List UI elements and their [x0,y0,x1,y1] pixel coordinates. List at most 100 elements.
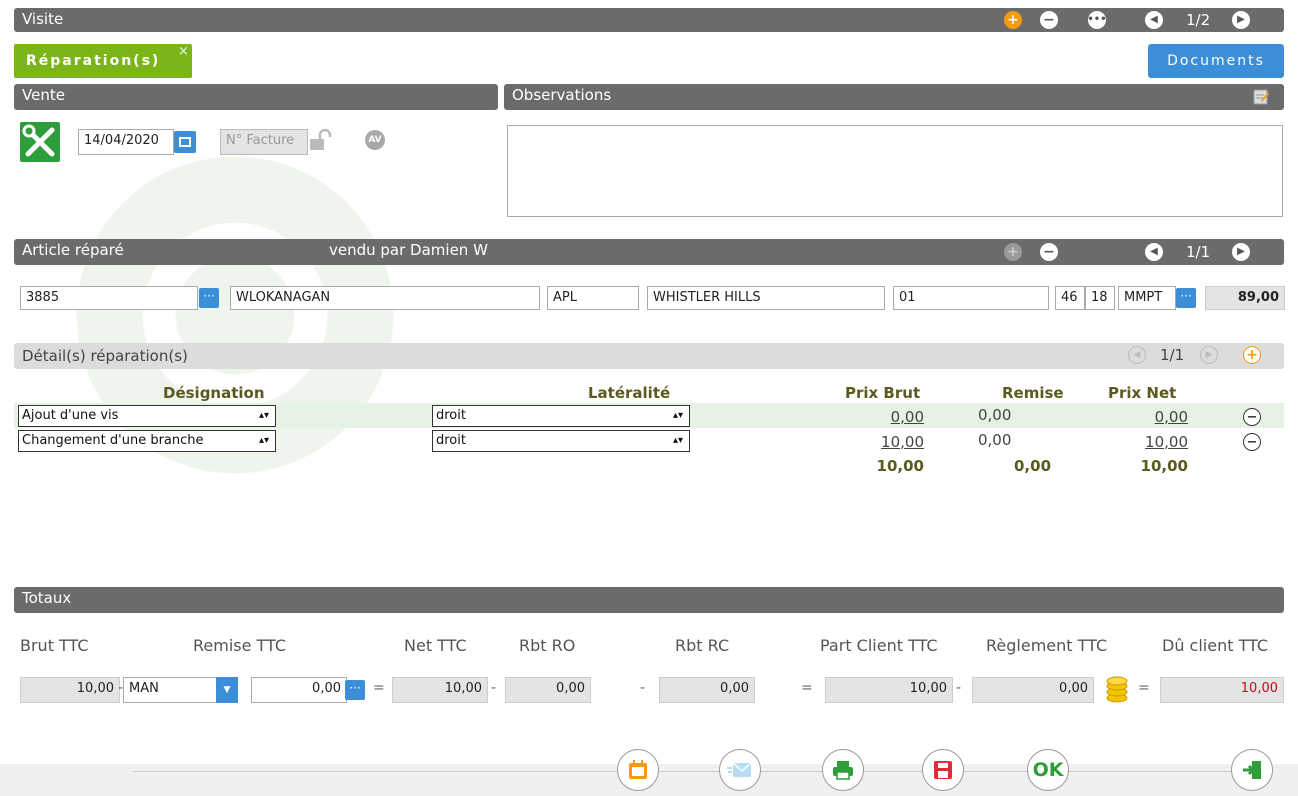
row1-designation: Ajout d'une vis [22,408,119,423]
coins-icon[interactable] [1099,676,1129,704]
calendar-footer-icon [629,760,647,779]
prev-article-icon[interactable]: ◀ [1145,243,1163,261]
remise-mode-select[interactable]: MAN [123,677,217,703]
tab-reparations[interactable]: Réparation(s) [14,44,192,78]
row2-designation: Changement d'une branche [22,433,204,448]
article-type-input[interactable]: MMPT [1118,286,1176,310]
article-ref: APL [553,290,577,305]
row1-remove-icon[interactable]: − [1243,408,1261,426]
article-model: WHISTLER HILLS [653,290,761,305]
article-size2: 18 [1091,290,1108,305]
article-code: 3885 [26,290,60,305]
exit-door-icon [1243,761,1261,779]
print-button[interactable] [822,749,864,791]
save-button[interactable] [922,749,964,791]
article-code-lookup-button[interactable]: ··· [199,288,219,308]
remise-lookup-button[interactable]: ··· [345,680,365,700]
details-header: Détail(s) réparation(s) [14,343,1284,369]
totaux-header: Totaux [14,587,1284,613]
send-email-button[interactable] [719,749,761,791]
calendar-icon[interactable] [174,131,196,153]
row2-designation-select[interactable]: Changement d'une branche ▴▾ [18,430,276,452]
op-minus-4: - [956,680,962,696]
article-code-input[interactable]: 3885 [20,286,198,310]
row2-prix-brut[interactable]: 10,00 [860,433,924,451]
edit-note-icon[interactable] [1252,88,1270,106]
du-client-field: 10,00 [1160,677,1284,703]
article-ref-input[interactable]: APL [547,286,639,310]
article-brand-input[interactable]: WLOKANAGAN [230,286,540,310]
date-input[interactable]: 14/04/2020 [78,129,174,155]
totaux-title: Totaux [22,589,72,607]
row1-lateralite: droit [436,408,466,423]
details-pager: 1/1 [1160,346,1185,364]
article-size1: 46 [1061,290,1078,305]
documents-button[interactable]: Documents [1148,44,1284,78]
printer-icon [833,761,853,780]
prev-detail-icon[interactable]: ◀ [1128,346,1146,364]
vente-title: Vente [22,86,65,104]
row1-prix-brut[interactable]: 0,00 [860,408,924,426]
remove-visit-icon[interactable]: − [1040,11,1058,29]
observations-header: Observations [504,84,1284,110]
app-root: Visite + − ••• ◀ 1/2 ▶ Réparation(s) × D… [0,0,1298,796]
next-visit-icon[interactable]: ▶ [1232,11,1250,29]
invoice-number-field: N° Facture [220,129,308,155]
prev-visit-icon[interactable]: ◀ [1145,11,1163,29]
du-client-value: 10,00 [1240,681,1278,696]
row2-remove-icon[interactable]: − [1243,433,1261,451]
row1-prix-net[interactable]: 0,00 [1124,408,1188,426]
article-model-input[interactable]: WHISTLER HILLS [647,286,885,310]
vente-header: Vente [14,84,498,110]
exit-button[interactable] [1231,749,1273,791]
add-detail-icon[interactable]: + [1243,346,1261,364]
col-designation: Désignation [163,384,265,402]
remove-article-icon[interactable]: − [1040,243,1058,261]
remise-ttc-input[interactable]: 0,00 [251,677,347,703]
email-icon [727,762,752,777]
net-ttc-value: 10,00 [444,681,482,696]
row2-prix-net[interactable]: 10,00 [1124,433,1188,451]
article-price-field: 89,00 [1205,286,1285,310]
rbt-rc-value: 0,00 [720,681,749,696]
av-badge-icon[interactable]: AV [365,130,385,150]
rbt-ro-field: 0,00 [505,677,591,703]
article-title: Article réparé [22,241,124,259]
add-article-icon: + [1004,243,1022,261]
article-color: 01 [899,290,916,305]
unlock-icon[interactable] [308,127,334,153]
row1-lateralite-select[interactable]: droit ▴▾ [432,405,690,427]
tab-close-icon[interactable]: × [178,44,189,59]
calendar-button[interactable] [617,749,659,791]
add-visit-icon[interactable]: + [1004,11,1022,29]
row2-lateralite-select[interactable]: droit ▴▾ [432,430,690,452]
col-prix-brut: Prix Brut [845,384,921,402]
remise-mode-value: MAN [129,681,159,696]
documents-label: Documents [1167,53,1265,69]
article-header: Article réparé [14,239,1284,265]
next-article-icon[interactable]: ▶ [1232,243,1250,261]
op-equals-1: = [373,680,385,696]
ok-button[interactable]: OK [1027,749,1069,791]
col-prix-net: Prix Net [1108,384,1177,402]
observations-textarea[interactable] [507,125,1283,217]
part-client-value: 10,00 [909,681,947,696]
row1-designation-select[interactable]: Ajout d'une vis ▴▾ [18,405,276,427]
article-size1-input[interactable]: 46 [1055,286,1085,310]
repair-tools-icon[interactable] [20,122,60,162]
row2-lateralite: droit [436,433,466,448]
more-options-icon[interactable]: ••• [1087,11,1107,29]
next-detail-icon[interactable]: ▶ [1200,346,1218,364]
visite-pager: 1/2 [1186,11,1211,29]
article-type-lookup-button[interactable]: ··· [1176,288,1196,308]
article-size2-input[interactable]: 18 [1085,286,1115,310]
label-remise-ttc: Remise TTC [193,636,287,655]
col-lateralite: Latéralité [588,384,671,402]
remise-mode-dropdown-icon[interactable]: ▼ [216,677,238,703]
total-remise: 0,00 [1014,457,1052,475]
floppy-disk-icon [934,761,952,779]
label-reglement: Règlement TTC [986,636,1108,655]
reglement-value: 0,00 [1059,681,1088,696]
ok-label: OK [1032,759,1064,781]
article-color-input[interactable]: 01 [893,286,1049,310]
